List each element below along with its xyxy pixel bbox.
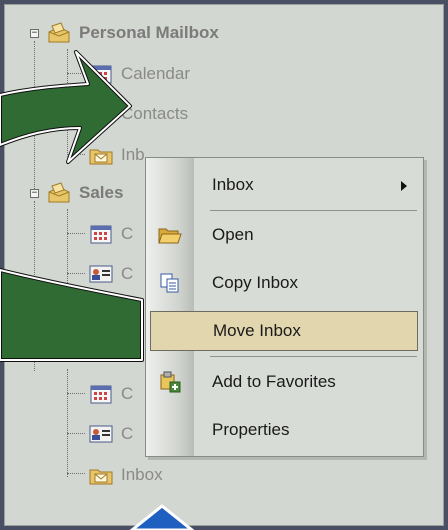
- arrow-head-icon: [0, 50, 132, 164]
- curved-arrow-overlay: [0, 50, 195, 530]
- arrow-body-icon: [0, 268, 144, 363]
- blue-arrow-tip-icon: [129, 504, 195, 530]
